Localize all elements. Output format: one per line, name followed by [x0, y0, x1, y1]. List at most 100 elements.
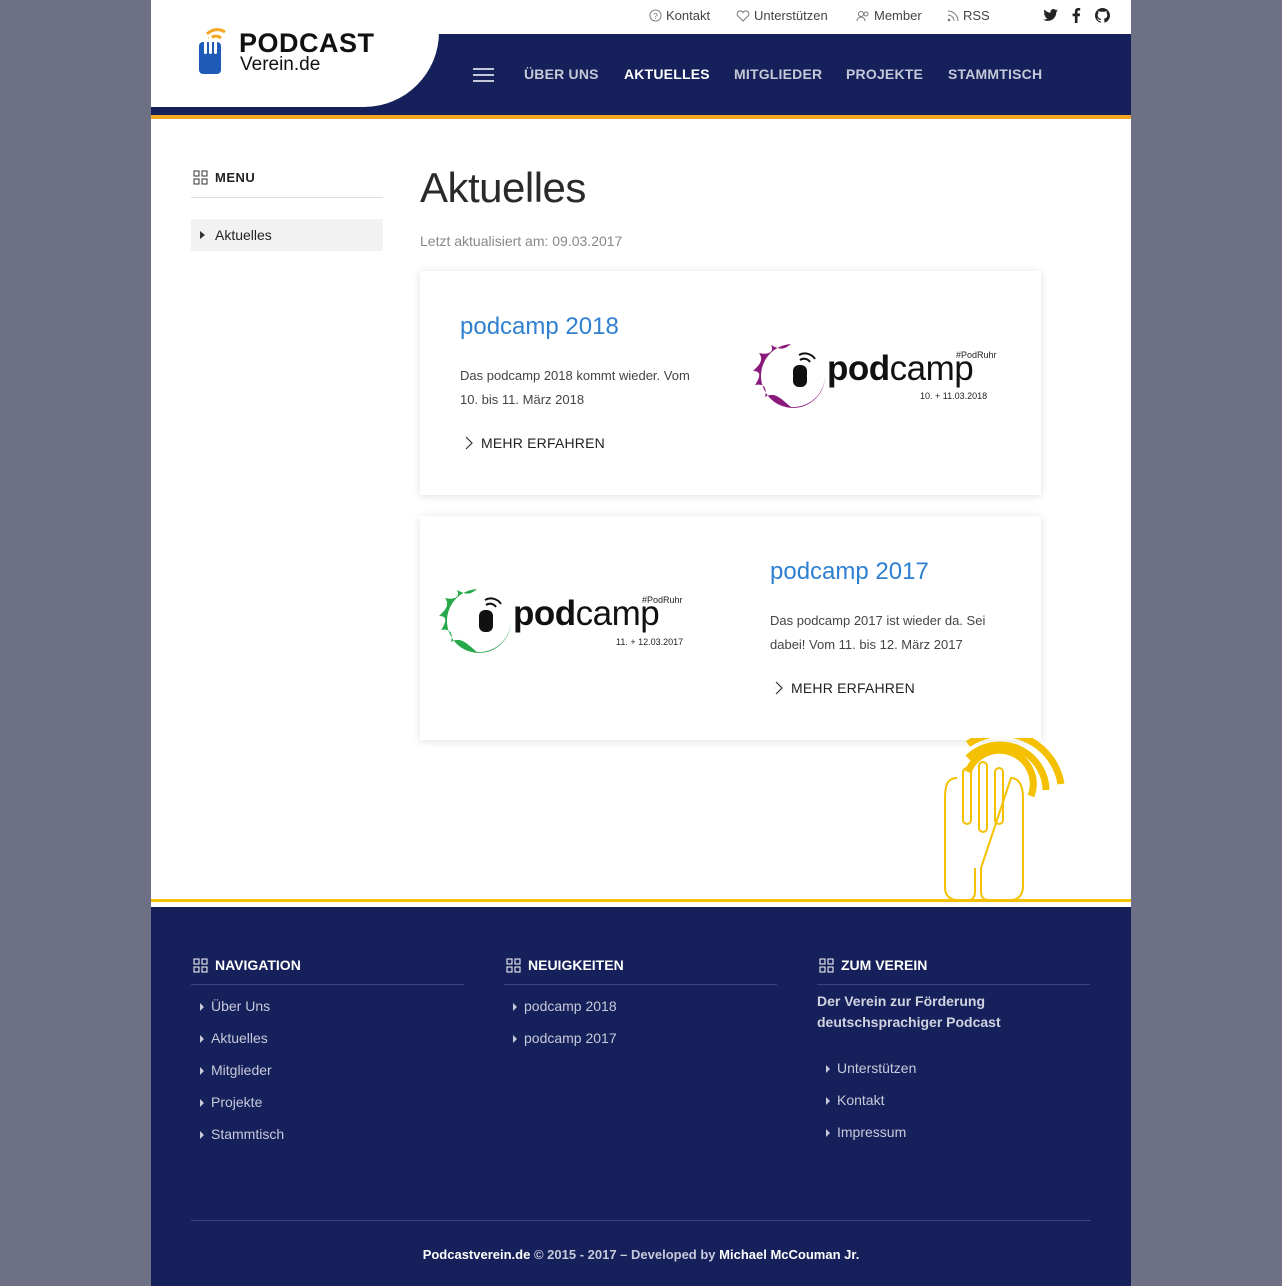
footer-link-kontakt[interactable]: Kontakt — [826, 1092, 885, 1108]
podcamp-date: 10. + 11.03.2018 — [920, 391, 988, 401]
help-circle-icon: ? — [649, 9, 662, 22]
sidebar-divider — [191, 197, 383, 198]
chevron-right-icon — [200, 1099, 204, 1107]
footer-bottom-divider — [191, 1220, 1091, 1221]
top-link-kontakt[interactable]: ? Kontakt — [649, 8, 710, 23]
podcamp-wordmark: podcamp — [513, 594, 660, 634]
facebook-icon[interactable] — [1071, 8, 1081, 28]
news-card-podcamp-2018: podcamp 2018 Das podcamp 2018 kommt wied… — [420, 271, 1041, 495]
footer-link-label: Kontakt — [837, 1092, 885, 1108]
footer-link-label: Projekte — [211, 1094, 263, 1110]
footer-navigation-heading: NAVIGATION — [193, 957, 301, 973]
sidebar-item-label: Aktuelles — [215, 227, 272, 243]
card-title[interactable]: podcamp 2018 — [460, 313, 619, 341]
grid-icon — [193, 958, 208, 972]
copyright-author-link[interactable]: Michael McCouman Jr. — [719, 1247, 859, 1262]
footer-link-projekte[interactable]: Projekte — [200, 1094, 263, 1110]
podcast-hand-icon — [933, 730, 1073, 908]
sidebar-heading: MENU — [193, 170, 255, 185]
chevron-right-icon — [513, 1003, 517, 1011]
top-link-member[interactable]: Member — [856, 8, 922, 23]
footer-link-impressum[interactable]: Impressum — [826, 1124, 907, 1140]
chevron-right-icon — [826, 1065, 830, 1073]
podcastverein-logo-icon[interactable] — [197, 24, 237, 81]
grid-icon — [819, 958, 834, 972]
page: PODCAST Verein.de ? Kontakt Unterstützen… — [151, 0, 1131, 1286]
top-link-unterstuetzen[interactable]: Unterstützen — [736, 8, 828, 23]
footer-link-podcamp-2018[interactable]: podcamp 2018 — [513, 998, 617, 1014]
footer-link-stammtisch[interactable]: Stammtisch — [200, 1126, 285, 1142]
sidebar-item-aktuelles[interactable]: Aktuelles — [191, 219, 383, 251]
footer-verein-description: Der Verein zur Förderung deutschsprachig… — [817, 993, 1001, 1030]
footer: NAVIGATION Über Uns Aktuelles Mitglieder… — [151, 907, 1131, 1286]
twitter-icon[interactable] — [1043, 8, 1059, 28]
footer-link-label: Unterstützen — [837, 1060, 917, 1076]
footer-news-heading: NEUIGKEITEN — [506, 957, 624, 973]
card-text: Das podcamp 2018 kommt wieder. Vom 10. b… — [460, 368, 690, 407]
footer-link-label: Über Uns — [211, 998, 271, 1014]
podcamp-hashtag: #PodRuhr — [956, 350, 997, 360]
footer-link-label: Stammtisch — [211, 1126, 285, 1142]
top-link-rss[interactable]: RSS — [947, 8, 990, 23]
nav-mitglieder[interactable]: MITGLIEDER — [734, 66, 822, 82]
podcamp-word-pod: pod — [827, 349, 890, 388]
footer-heading-label: NEUIGKEITEN — [528, 957, 624, 973]
footer-link-label: podcamp 2017 — [524, 1030, 617, 1046]
logo-text-verein[interactable]: Verein.de — [240, 54, 320, 76]
page-title: Aktuelles — [420, 164, 586, 211]
footer-link-mitglieder[interactable]: Mitglieder — [200, 1062, 272, 1078]
footer-link-unterstuetzen[interactable]: Unterstützen — [826, 1060, 917, 1076]
chevron-right-icon — [775, 681, 783, 695]
grid-icon — [193, 170, 208, 185]
news-card-podcamp-2017: podcamp #PodRuhr 11. + 12.03.2017 podcam… — [420, 516, 1041, 740]
chevron-right-icon — [200, 1131, 204, 1139]
heart-icon — [736, 9, 750, 22]
hamburger-icon[interactable] — [473, 68, 494, 86]
footer-column-divider — [504, 984, 777, 985]
top-link-label: Unterstützen — [754, 8, 828, 23]
copyright: Podcastverein.de © 2015 - 2017 – Develop… — [151, 1247, 1131, 1262]
footer-link-ueber-uns[interactable]: Über Uns — [200, 998, 271, 1014]
footer-link-podcamp-2017[interactable]: podcamp 2017 — [513, 1030, 617, 1046]
mehr-erfahren-link[interactable]: MEHR ERFAHREN — [465, 435, 605, 451]
card-title[interactable]: podcamp 2017 — [770, 558, 929, 586]
link-label: MEHR ERFAHREN — [791, 680, 915, 696]
chevron-right-icon — [513, 1035, 517, 1043]
podcamp-word-pod: pod — [513, 594, 576, 633]
footer-heading-label: ZUM VEREIN — [841, 957, 928, 973]
copyright-years: © 2015 - 2017 – Developed by — [533, 1247, 716, 1262]
podcamp-date: 11. + 12.03.2017 — [616, 637, 684, 647]
chevron-right-icon — [200, 1067, 204, 1075]
header-divider — [151, 115, 1131, 119]
copyright-site-link[interactable]: Podcastverein.de — [423, 1247, 531, 1262]
footer-link-label: podcamp 2018 — [524, 998, 617, 1014]
nav-projekte[interactable]: PROJEKTE — [846, 66, 923, 82]
footer-link-aktuelles[interactable]: Aktuelles — [200, 1030, 268, 1046]
mehr-erfahren-link[interactable]: MEHR ERFAHREN — [775, 680, 915, 696]
footer-link-label: Impressum — [837, 1124, 907, 1140]
last-updated: Letzt aktualisiert am: 09.03.2017 — [420, 233, 623, 249]
nav-aktuelles[interactable]: AKTUELLES — [624, 66, 710, 82]
sidebar-heading-label: MENU — [215, 170, 256, 185]
grid-icon — [506, 958, 521, 972]
top-link-label: RSS — [963, 8, 990, 23]
chevron-right-icon — [826, 1097, 830, 1105]
podcamp-2018-logo[interactable]: podcamp #PodRuhr 10. + 11.03.2018 — [753, 341, 1013, 411]
chevron-right-icon — [200, 1003, 204, 1011]
users-icon — [856, 10, 869, 21]
podcamp-2017-logo[interactable]: podcamp #PodRuhr 11. + 12.03.2017 — [439, 586, 699, 656]
podcamp-wordmark: podcamp — [827, 349, 974, 389]
link-label: MEHR ERFAHREN — [481, 435, 605, 451]
card-text: Das podcamp 2017 ist wieder da. Sei dabe… — [770, 613, 986, 652]
chevron-right-icon — [200, 231, 205, 239]
chevron-right-icon — [200, 1035, 204, 1043]
github-icon[interactable] — [1095, 8, 1110, 28]
footer-column-divider — [191, 984, 464, 985]
nav-ueber-uns[interactable]: ÜBER UNS — [524, 66, 599, 82]
podcamp-hashtag: #PodRuhr — [642, 595, 683, 605]
footer-column-divider — [817, 984, 1090, 985]
top-link-label: Kontakt — [666, 8, 711, 23]
nav-stammtisch[interactable]: STAMMTISCH — [948, 66, 1042, 82]
footer-divider — [151, 899, 1131, 902]
footer-heading-label: NAVIGATION — [215, 957, 301, 973]
